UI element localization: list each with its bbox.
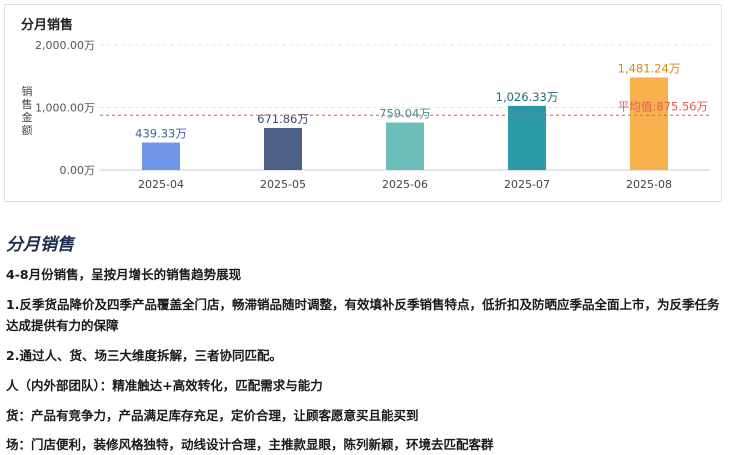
y-axis-label: 销 bbox=[22, 84, 33, 98]
point-1-text: 1.反季货品降价及四季产品覆盖全门店，畅滞销品随时调整，有效填补反季销售特点，低… bbox=[6, 297, 720, 333]
people-text: 人（内外部团队）：精准触达+高效转化，匹配需求与能力 bbox=[6, 378, 323, 393]
place-text: 场：门店便利，装修风格独特，动线设计合理，主推款显眼，陈列新颖，环境去匹配客群 bbox=[6, 437, 494, 452]
chart-card: 分月销售 0.00万 1,000.00万 2,000.00万销售金额 439.33万 2… bbox=[4, 4, 722, 202]
goods-text: 货：产品有竞争力，产品满足库存充足，定价合理，让顾客愿意买且能买到 bbox=[6, 408, 419, 423]
x-tick-label: 2025-04 bbox=[138, 178, 184, 191]
bar-value-label: 1,026.33万 bbox=[496, 90, 559, 104]
bar-value-label: 439.33万 bbox=[135, 127, 187, 141]
bar bbox=[142, 142, 180, 170]
x-tick-label: 2025-05 bbox=[260, 178, 306, 191]
y-axis-label: 额 bbox=[22, 124, 33, 137]
bar-value-label: 1,481.24万 bbox=[618, 61, 681, 75]
y-tick-label: 2,000.00万 bbox=[35, 39, 95, 52]
bar bbox=[630, 77, 668, 170]
bar-value-label: 671.86万 bbox=[257, 112, 309, 126]
average-label: 平均值:875.56万 bbox=[618, 99, 708, 113]
section-title: 分月销售 bbox=[6, 235, 74, 255]
summary-text: 4-8月份销售，呈按月增长的销售趋势展现 bbox=[6, 267, 242, 282]
y-tick-label: 1,000.00万 bbox=[35, 102, 95, 115]
x-tick-label: 2025-06 bbox=[382, 178, 428, 191]
bar bbox=[264, 128, 302, 170]
x-tick-label: 2025-08 bbox=[626, 178, 672, 191]
bar-chart: 0.00万 1,000.00万 2,000.00万销售金额 439.33万 2025-0… bbox=[22, 39, 710, 191]
y-axis-label: 售 bbox=[22, 97, 33, 111]
y-tick-label: 0.00万 bbox=[60, 164, 96, 177]
bar-value-label: 759.04万 bbox=[379, 107, 431, 121]
point-2-text: 2.通过人、货、场三大维度拆解，三者协同匹配。 bbox=[6, 348, 282, 363]
y-axis-label: 金 bbox=[22, 110, 33, 124]
bar bbox=[386, 122, 424, 170]
x-tick-label: 2025-07 bbox=[504, 178, 550, 191]
